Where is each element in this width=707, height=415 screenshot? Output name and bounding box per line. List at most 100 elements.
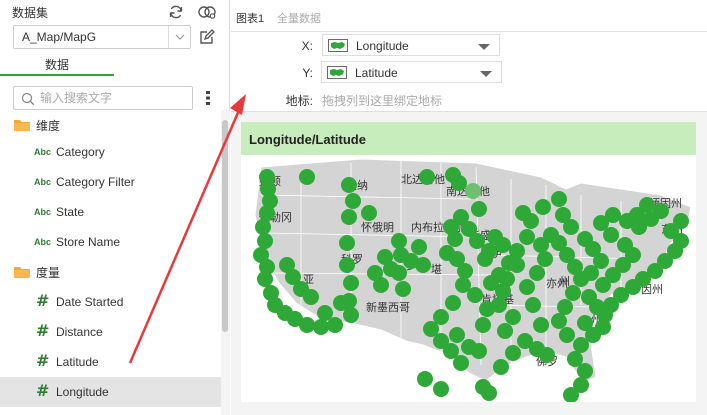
map-point[interactable] [565,285,581,301]
dataset-select[interactable]: A_Map/MapG [13,25,191,49]
map-point[interactable] [303,289,319,305]
map-point[interactable] [345,193,361,209]
map-point[interactable] [457,263,473,279]
map-point[interactable] [341,177,357,193]
map-point[interactable] [257,233,273,249]
tab-chart1[interactable]: 图表1 [236,10,264,26]
geo-label-dropzone[interactable]: 拖拽列到这里绑定地标 [322,92,442,109]
map-point[interactable] [557,299,573,315]
map-point[interactable] [505,345,521,361]
map-point[interactable] [361,205,377,221]
map-point[interactable] [551,191,567,207]
map-point[interactable] [491,297,507,313]
dropdown-arrow-icon[interactable] [480,71,492,77]
map-point[interactable] [467,287,483,303]
map-point[interactable] [471,201,487,217]
map-point[interactable] [617,237,633,253]
x-axis-field-select[interactable]: Longitude [322,34,500,56]
map-point[interactable] [505,309,521,325]
map-point[interactable] [539,347,555,363]
field-item-distance[interactable]: # Distance [0,317,221,347]
map-point[interactable] [313,319,329,335]
map-point[interactable] [317,305,333,321]
y-axis-field-select[interactable]: Latitude [321,61,502,83]
map-point[interactable] [449,327,465,343]
map-point[interactable] [417,371,433,387]
map-point[interactable] [373,277,389,293]
map-point[interactable] [341,209,357,225]
field-item-category[interactable]: Abc Category [0,137,221,167]
map-point[interactable] [395,281,411,297]
field-item-store-name[interactable]: Abc Store Name [0,227,221,257]
map-point[interactable] [483,275,499,291]
edit-icon[interactable] [196,26,218,48]
map-point[interactable] [535,199,551,215]
map-point[interactable] [583,265,599,281]
map-point[interactable] [433,333,449,349]
map-point[interactable] [559,327,575,343]
dropdown-arrow-icon[interactable] [478,44,490,50]
map-point[interactable] [519,229,535,245]
field-item-state[interactable]: Abc State [0,197,221,227]
field-item-category-filter[interactable]: Abc Category Filter [0,167,221,197]
map-point[interactable] [465,183,481,199]
map-point[interactable] [257,271,273,287]
map-point[interactable] [445,295,461,311]
map-point[interactable] [563,219,579,235]
dimension-group[interactable]: 维度 [0,110,221,140]
geo-field-icon [328,39,348,52]
map-point[interactable] [497,323,513,339]
map-point[interactable] [533,317,549,333]
refresh-icon[interactable] [166,2,186,22]
map-point[interactable] [447,231,463,247]
map-point[interactable] [493,359,509,375]
map-point[interactable] [451,175,467,191]
map-point[interactable] [525,297,541,313]
chevron-down-icon[interactable] [168,26,190,48]
map-point[interactable] [495,237,511,253]
map-point[interactable] [577,363,593,379]
map-point[interactable] [595,319,611,335]
map-point[interactable] [259,205,275,221]
map-point[interactable] [653,203,669,219]
map-point[interactable] [605,207,621,223]
map-point[interactable] [415,257,431,273]
map-point[interactable] [419,169,435,185]
field-item-date-started[interactable]: # Date Started [0,287,221,317]
map-point[interactable] [673,213,689,229]
map-point[interactable] [481,385,497,401]
map-point[interactable] [341,293,357,309]
map-point[interactable] [471,343,487,359]
field-item-latitude[interactable]: # Latitude [0,347,221,377]
tab-full-data[interactable]: 全量数据 [277,10,321,26]
map-point[interactable] [461,221,477,237]
map-point[interactable] [343,275,359,291]
map-point[interactable] [475,317,491,333]
map-point[interactable] [339,257,355,273]
map-point[interactable] [339,235,355,251]
chart-title-bar: Longitude/Latitude [241,122,696,155]
map-point[interactable] [391,265,407,281]
tab-data[interactable]: 数据 [0,56,114,76]
field-tree-scroll-thumb[interactable] [222,120,228,332]
map-point[interactable] [453,355,469,371]
map-point[interactable] [411,239,427,255]
map-point[interactable] [515,205,531,221]
map-point[interactable] [299,169,315,185]
field-item-longitude[interactable]: # Longitude [0,377,221,407]
map-point[interactable] [433,381,449,397]
map-point[interactable] [551,313,567,329]
measure-group[interactable]: 度量 [0,257,221,287]
map-point[interactable] [529,265,545,281]
map-point[interactable] [343,307,359,323]
field-search-input[interactable] [40,90,188,106]
map-point[interactable] [629,207,645,223]
map-point[interactable] [519,279,535,295]
map-point[interactable] [299,317,315,333]
dataset-link-icon[interactable] [196,2,218,22]
more-icon[interactable] [202,88,214,108]
map-point[interactable] [255,219,271,235]
map-point[interactable] [477,251,493,267]
map-point[interactable] [537,251,553,267]
map-point[interactable] [391,233,407,249]
